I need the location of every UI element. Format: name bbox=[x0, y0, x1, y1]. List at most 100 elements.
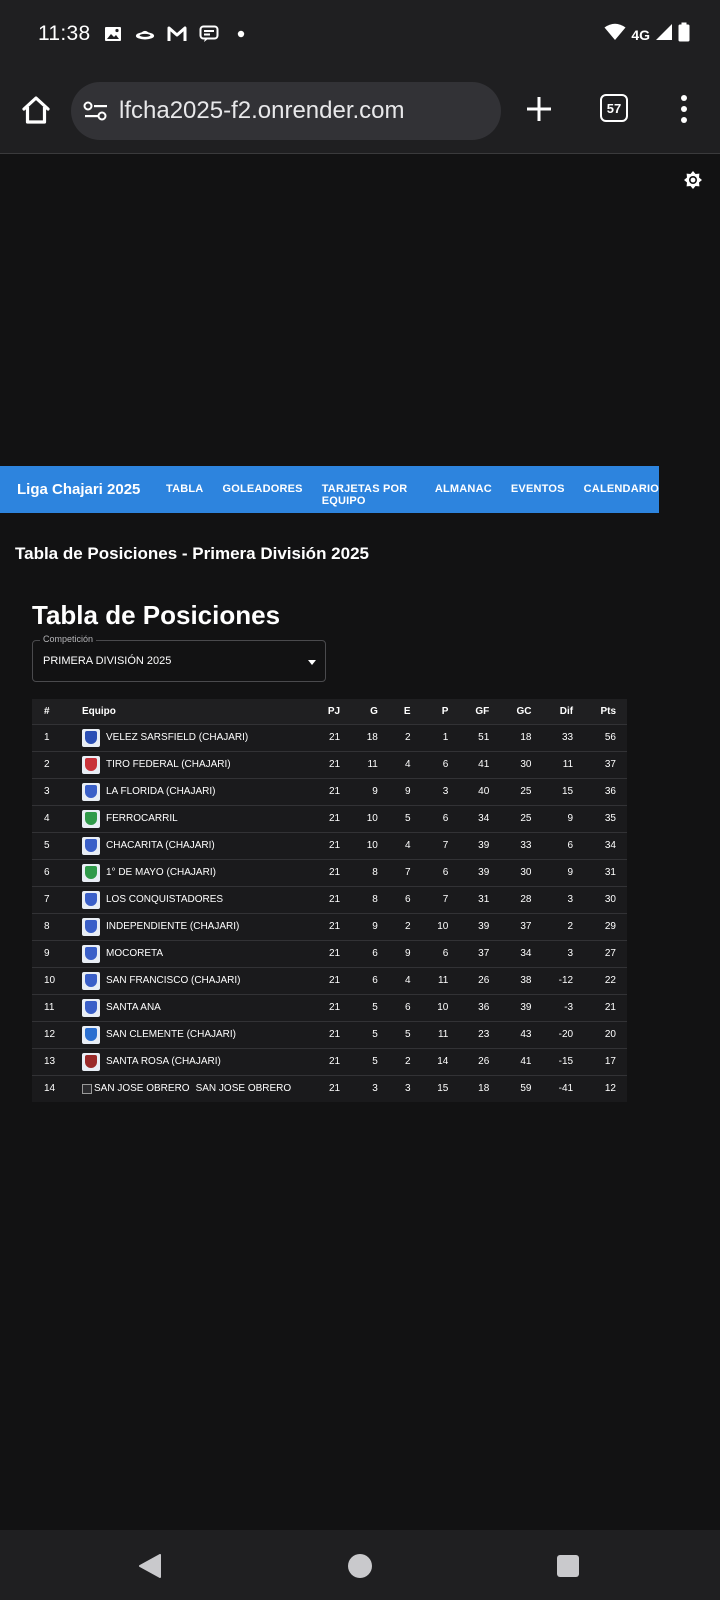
cell-dif: 3 bbox=[542, 885, 585, 913]
table-row: 4 FERROCARRIL 21 10 5 6 34 25 9 35 bbox=[32, 804, 627, 832]
cell-g: 5 bbox=[351, 993, 389, 1021]
cell-dif: 6 bbox=[542, 831, 585, 859]
gmail-icon bbox=[167, 24, 187, 44]
team-name: FERROCARRIL bbox=[106, 813, 178, 824]
cell-dif: -15 bbox=[542, 1047, 585, 1075]
nav-link-calendario[interactable]: CALENDARIO bbox=[584, 483, 659, 507]
table-row: 12 SAN CLEMENTE (CHAJARI) 21 5 5 11 23 43 -20 20 bbox=[32, 1020, 627, 1048]
home-button[interactable] bbox=[18, 92, 54, 128]
cell-e: 2 bbox=[388, 723, 422, 751]
cell-dif: -41 bbox=[542, 1074, 585, 1102]
cell-pj: 21 bbox=[312, 912, 352, 940]
team-name: VELEZ SARSFIELD (CHAJARI) bbox=[106, 732, 249, 743]
cell-dif: -20 bbox=[542, 1020, 585, 1048]
address-bar[interactable]: lfcha2025-f2.onrender.com bbox=[71, 82, 501, 140]
cell-pts: 36 bbox=[584, 777, 627, 805]
cell-gc: 39 bbox=[500, 993, 543, 1021]
home-icon bbox=[22, 96, 50, 124]
header-e: E bbox=[388, 699, 422, 724]
table-row: 8 INDEPENDIENTE (CHAJARI) 21 9 2 10 39 37 2 29 bbox=[32, 912, 627, 940]
cell-g: 6 bbox=[351, 939, 389, 967]
cell-e: 3 bbox=[388, 1074, 422, 1102]
site-settings-icon[interactable] bbox=[83, 99, 109, 123]
cell-team: TIRO FEDERAL (CHAJARI) bbox=[82, 750, 312, 778]
header-gc: GC bbox=[500, 699, 543, 724]
url-text[interactable]: lfcha2025-f2.onrender.com bbox=[119, 97, 405, 125]
cell-g: 8 bbox=[351, 858, 389, 886]
team-name: SANTA ANA bbox=[106, 1002, 161, 1013]
network-type: 4G bbox=[631, 26, 650, 43]
team-crest-icon bbox=[82, 755, 100, 774]
cell-gc: 38 bbox=[500, 966, 543, 994]
cell-pts: 22 bbox=[584, 966, 627, 994]
dot-icon bbox=[231, 24, 251, 44]
team-crest-icon bbox=[82, 917, 100, 936]
cell-dif: 33 bbox=[542, 723, 585, 751]
new-tab-button[interactable] bbox=[524, 94, 554, 124]
cell-pts: 37 bbox=[584, 750, 627, 778]
cell-team: MOCORETA bbox=[82, 939, 312, 967]
team-crest-icon bbox=[82, 836, 100, 855]
cell-pos: 9 bbox=[32, 939, 82, 967]
browser-toolbar: lfcha2025-f2.onrender.com 57 bbox=[0, 70, 720, 154]
nav-link-tabla[interactable]: TABLA bbox=[166, 483, 203, 507]
team-crest-icon bbox=[82, 809, 100, 828]
cell-pts: 21 bbox=[584, 993, 627, 1021]
team-crest-icon bbox=[82, 863, 100, 882]
theme-toggle-button[interactable] bbox=[683, 170, 703, 190]
nav-link-almanac[interactable]: ALMANAC bbox=[435, 483, 492, 507]
competition-select[interactable]: Competición PRIMERA DIVISIÓN 2025 bbox=[32, 634, 326, 682]
cell-p: 6 bbox=[421, 750, 460, 778]
home-nav-button[interactable] bbox=[348, 1554, 372, 1578]
cell-gc: 28 bbox=[500, 885, 543, 913]
status-bar: 11:38 4G bbox=[0, 0, 720, 70]
cell-gf: 34 bbox=[459, 804, 501, 832]
nav-link-eventos[interactable]: EVENTOS bbox=[511, 483, 565, 507]
header-dif: Dif bbox=[542, 699, 585, 724]
cell-pos: 8 bbox=[32, 912, 82, 940]
cell-gf: 31 bbox=[459, 885, 501, 913]
cell-p: 1 bbox=[421, 723, 460, 751]
cell-pts: 56 bbox=[584, 723, 627, 751]
table-header-row: # Equipo PJ G E P GF GC Dif Pts bbox=[32, 699, 627, 724]
team-name: LA FLORIDA (CHAJARI) bbox=[106, 786, 216, 797]
competition-value: PRIMERA DIVISIÓN 2025 bbox=[43, 655, 172, 667]
cell-e: 9 bbox=[388, 777, 422, 805]
team-crest-icon bbox=[82, 998, 100, 1017]
header-p: P bbox=[421, 699, 460, 724]
nav-link-goleadores[interactable]: GOLEADORES bbox=[222, 483, 302, 507]
cell-pts: 31 bbox=[584, 858, 627, 886]
cell-p: 7 bbox=[421, 885, 460, 913]
cell-pos: 1 bbox=[32, 723, 82, 751]
cell-gc: 30 bbox=[500, 750, 543, 778]
cell-pos: 14 bbox=[32, 1074, 82, 1102]
team-name: LOS CONQUISTADORES bbox=[106, 894, 224, 905]
table-row: 2 TIRO FEDERAL (CHAJARI) 21 11 4 6 41 30 11 37 bbox=[32, 750, 627, 778]
cell-pts: 34 bbox=[584, 831, 627, 859]
cell-e: 9 bbox=[388, 939, 422, 967]
team-crest-icon bbox=[82, 890, 100, 909]
cell-gf: 41 bbox=[459, 750, 501, 778]
header-pos: # bbox=[32, 699, 82, 724]
back-button[interactable] bbox=[138, 1554, 162, 1578]
cell-team: 1° DE MAYO (CHAJARI) bbox=[82, 858, 312, 886]
overflow-menu-button[interactable] bbox=[676, 92, 692, 126]
nav-link-tarjetas[interactable]: TARJETAS POR EQUIPO bbox=[322, 483, 416, 507]
site-brand[interactable]: Liga Chajari 2025 bbox=[17, 481, 140, 498]
cell-gc: 33 bbox=[500, 831, 543, 859]
team-name: INDEPENDIENTE (CHAJARI) bbox=[106, 921, 240, 932]
cell-pts: 30 bbox=[584, 885, 627, 913]
team-name: MOCORETA bbox=[106, 948, 164, 959]
ufo-icon bbox=[135, 24, 155, 44]
cell-gc: 59 bbox=[500, 1074, 543, 1102]
table-row: 1 VELEZ SARSFIELD (CHAJARI) 21 18 2 1 51 18 33 56 bbox=[32, 723, 627, 751]
tab-switcher-button[interactable]: 57 bbox=[600, 94, 628, 122]
recents-button[interactable] bbox=[557, 1555, 579, 1577]
table-row: 9 MOCORETA 21 6 9 6 37 34 3 27 bbox=[32, 939, 627, 967]
cell-pos: 3 bbox=[32, 777, 82, 805]
cell-gf: 26 bbox=[459, 1047, 501, 1075]
cell-gc: 41 bbox=[500, 1047, 543, 1075]
cell-pj: 21 bbox=[312, 966, 352, 994]
message-icon bbox=[199, 24, 219, 44]
team-name: SANTA ROSA (CHAJARI) bbox=[106, 1056, 221, 1067]
